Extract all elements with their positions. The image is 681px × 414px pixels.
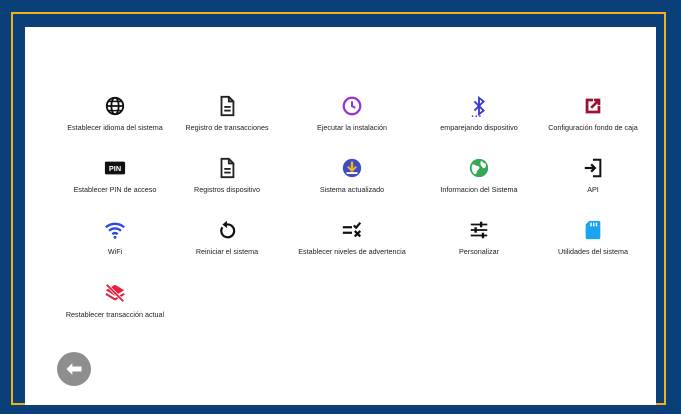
tile-label: Ejecutar la instalación — [317, 123, 387, 132]
tile-system-info[interactable]: Informacion del Sistema — [419, 157, 539, 194]
tile-label: Configuración fondo de caja — [548, 123, 638, 132]
tile-system-utilities[interactable]: Utilidades del sistema — [533, 219, 653, 256]
tile-warning-levels[interactable]: Establecer niveles de advertencia — [292, 219, 412, 256]
clock-icon — [342, 96, 362, 116]
tile-system-updated[interactable]: Sistema actualizado — [292, 157, 412, 194]
tile-label: Establecer idioma del sistema — [67, 123, 163, 132]
arrow-left-icon — [66, 363, 82, 375]
tile-label: emparejando dispositivo — [440, 123, 518, 132]
globe-icon — [105, 96, 125, 116]
sliders-icon — [470, 221, 488, 239]
tile-device-logs[interactable]: Registros dispositivo — [167, 157, 287, 194]
earth-icon — [469, 158, 489, 178]
back-button[interactable] — [57, 352, 91, 386]
tile-label: Reiniciar el sistema — [195, 247, 259, 256]
tile-label: Restablecer transacción actual — [65, 310, 165, 319]
wifi-icon — [105, 222, 125, 239]
settings-panel: Establecer idioma del sistema Registro d… — [25, 27, 656, 405]
tile-label: WiFi — [107, 247, 123, 256]
pin-icon-text: PIN — [109, 164, 121, 173]
tile-label: API — [587, 185, 599, 194]
login-arrow-icon — [584, 158, 602, 178]
tile-set-pin[interactable]: PIN Establecer PIN de acceso — [55, 157, 175, 194]
tile-label: Establecer PIN de acceso — [73, 185, 157, 194]
tile-transaction-log[interactable]: Registro de transacciones — [167, 95, 287, 132]
sd-card-icon — [585, 220, 601, 240]
tile-reset-transaction[interactable]: Restablecer transacción actual — [55, 282, 175, 319]
tile-restart-system[interactable]: Reiniciar el sistema — [167, 219, 287, 256]
document-icon — [220, 95, 235, 117]
tile-label: Sistema actualizado — [319, 185, 385, 194]
tile-run-installation[interactable]: Ejecutar la instalación — [292, 95, 412, 132]
pin-icon: PIN — [104, 161, 126, 175]
tile-label: Informacion del Sistema — [440, 185, 518, 194]
tile-label: Registros dispositivo — [194, 185, 260, 194]
tile-customize[interactable]: Personalizar — [419, 219, 539, 256]
tile-wifi[interactable]: WiFi — [55, 219, 175, 256]
download-circle-icon — [342, 158, 362, 178]
tile-label: Establecer niveles de advertencia — [298, 247, 406, 256]
document-icon — [220, 157, 235, 179]
tile-label: Registro de transacciones — [185, 123, 269, 132]
tile-label: Utilidades del sistema — [558, 247, 628, 256]
tile-pairing-device[interactable]: emparejando dispositivo — [419, 95, 539, 132]
bluetooth-icon — [471, 95, 485, 117]
open-external-icon — [585, 98, 601, 114]
tile-cash-drawer-config[interactable]: Configuración fondo de caja — [533, 95, 653, 132]
layers-off-icon — [105, 283, 125, 303]
tile-set-language[interactable]: Establecer idioma del sistema — [55, 95, 175, 132]
tile-label: Personalizar — [459, 247, 499, 256]
restart-icon — [220, 220, 236, 239]
tile-api[interactable]: API — [533, 157, 653, 194]
checklist-icon — [342, 221, 362, 238]
